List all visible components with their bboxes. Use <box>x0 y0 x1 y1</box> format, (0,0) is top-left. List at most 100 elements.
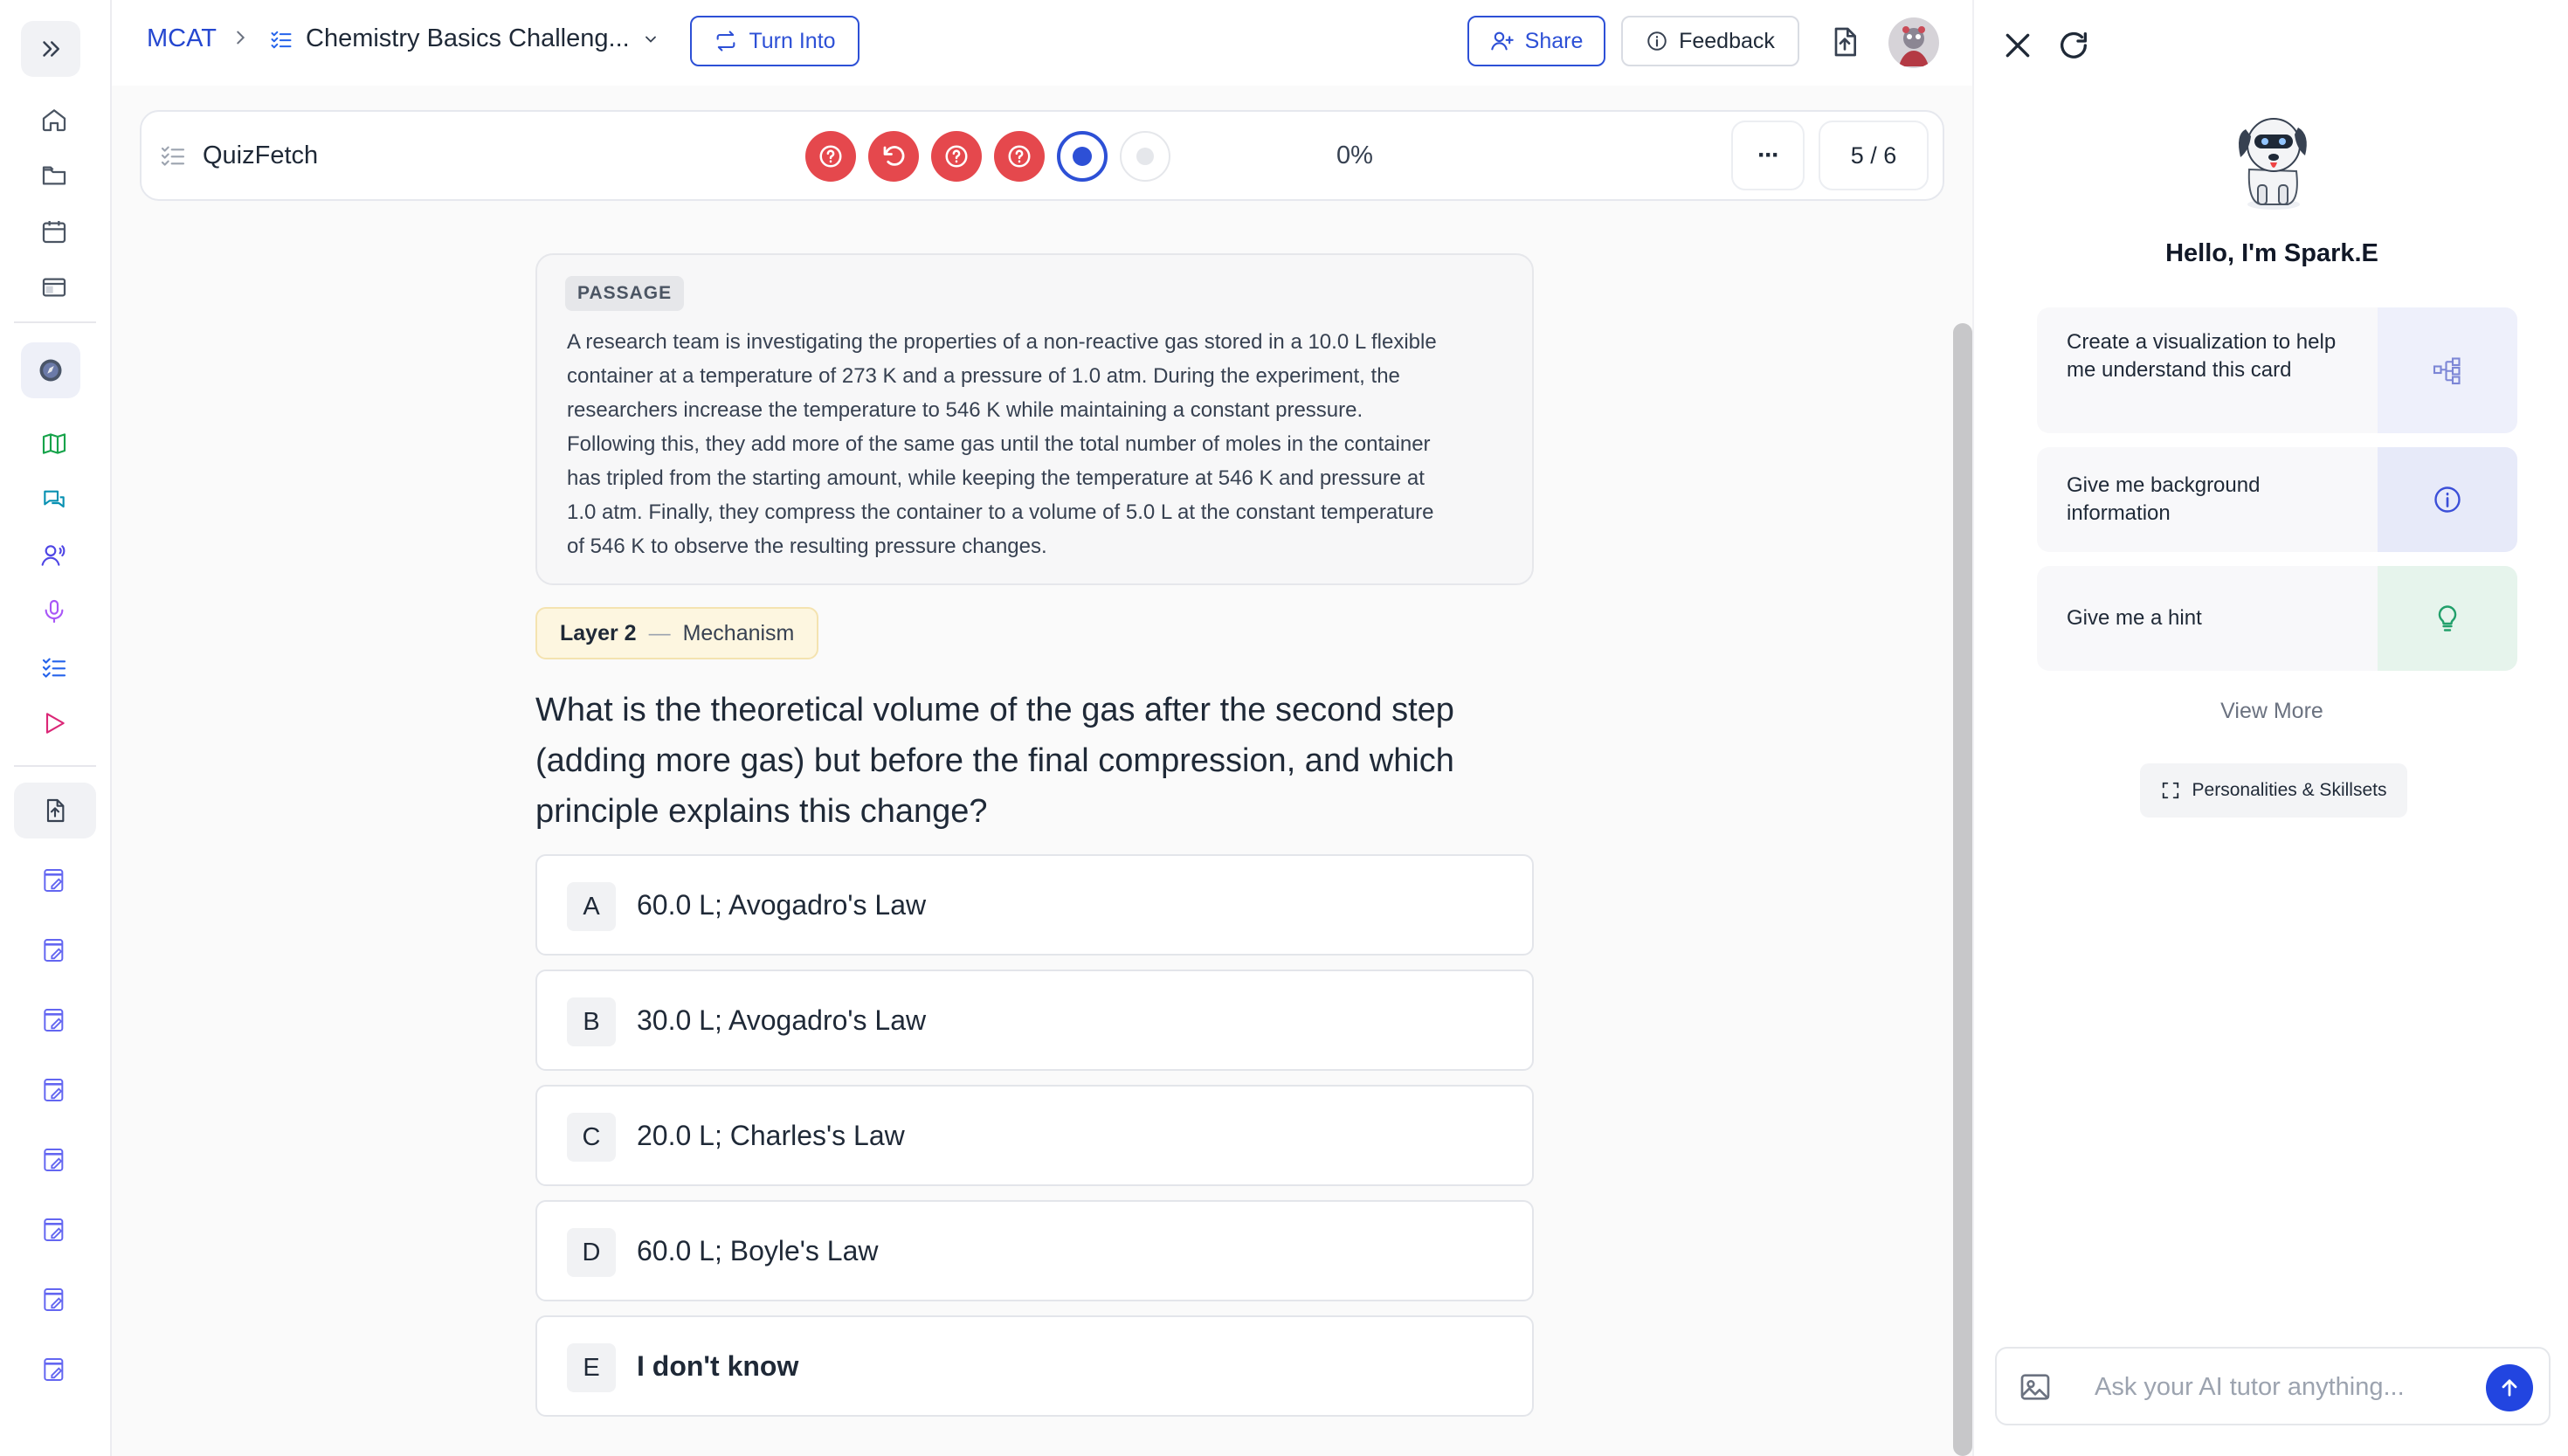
chevron-down-icon <box>645 36 656 43</box>
question-6-indicator[interactable] <box>1120 131 1170 182</box>
repeat-icon <box>717 31 735 52</box>
layer-badge: Layer 2 — Mechanism <box>535 607 819 659</box>
undo-icon <box>883 146 905 166</box>
refresh-icon <box>2061 31 2087 59</box>
browser-icon[interactable] <box>37 270 72 305</box>
layer-label: Layer 2 <box>560 620 637 645</box>
answer-choice-b[interactable]: B 30.0 L; Avogadro's Law <box>535 970 1534 1071</box>
passage-tag: PASSAGE <box>565 276 685 311</box>
choice-letter: D <box>567 1228 616 1277</box>
passage-line: researchers increase the temperature to … <box>567 398 1363 422</box>
suggestion-text: Create a visualization to help me unders… <box>2067 330 2337 382</box>
close-panel-button[interactable] <box>2000 28 2035 63</box>
microphone-icon[interactable] <box>37 594 72 629</box>
question-3-indicator[interactable] <box>931 131 982 182</box>
suggestion-text: Give me a hint <box>2067 606 2202 630</box>
answer-choice-c[interactable]: C 20.0 L; Charles's Law <box>535 1085 1534 1186</box>
play-icon[interactable] <box>37 706 72 741</box>
checklist-icon <box>271 31 292 48</box>
passage-line: Following this, they add more of the sam… <box>567 432 1431 456</box>
layer-kind: Mechanism <box>682 620 795 645</box>
personalities-button[interactable]: Personalities & Skillsets <box>2140 763 2407 818</box>
double-chevron-right-icon <box>43 41 59 57</box>
voice-user-icon[interactable] <box>37 538 72 573</box>
add-user-icon <box>1490 31 1514 51</box>
assistant-greeting: Hello, I'm Spark.E <box>2165 239 2378 267</box>
document-icon[interactable] <box>37 1003 72 1038</box>
rail-divider <box>14 321 96 323</box>
checklist-icon[interactable] <box>37 650 72 685</box>
scrollbar[interactable] <box>1953 323 1972 1456</box>
question-1-indicator[interactable] <box>805 131 856 182</box>
breadcrumb-home-link[interactable]: MCAT <box>147 24 217 53</box>
personalities-label: Personalities & Skillsets <box>2192 780 2387 800</box>
document-icon[interactable] <box>37 933 72 968</box>
answer-choice-e[interactable]: E I don't know <box>535 1315 1534 1417</box>
choice-text: 30.0 L; Avogadro's Law <box>637 1004 927 1036</box>
left-rail <box>0 0 112 1456</box>
file-upload-icon <box>1834 27 1856 57</box>
file-upload-icon <box>46 798 65 823</box>
question-5-indicator[interactable] <box>1057 131 1108 182</box>
choice-letter: E <box>567 1343 616 1392</box>
choice-text: 20.0 L; Charles's Law <box>637 1120 905 1151</box>
document-icon[interactable] <box>37 1352 72 1387</box>
quiz-nav-button[interactable] <box>21 342 80 398</box>
export-button[interactable] <box>1827 24 1862 59</box>
question-4-indicator[interactable] <box>994 131 1045 182</box>
turn-into-button[interactable]: Turn Into <box>690 16 859 66</box>
calendar-icon[interactable] <box>37 214 72 249</box>
choice-letter: A <box>567 882 616 931</box>
feedback-button[interactable]: Feedback <box>1621 16 1799 66</box>
choice-text: 60.0 L; Boyle's Law <box>637 1235 879 1266</box>
chat-input-bar <box>1995 1347 2551 1425</box>
close-icon <box>2005 33 2030 58</box>
current-dot-icon <box>1073 147 1092 166</box>
chat-input[interactable] <box>2093 1368 2477 1406</box>
lightbulb-icon <box>2378 566 2517 671</box>
suggestion-hint[interactable]: Give me a hint <box>2037 566 2517 671</box>
answer-choice-d[interactable]: D 60.0 L; Boyle's Law <box>535 1200 1534 1301</box>
document-icon[interactable] <box>37 1142 72 1177</box>
share-button[interactable]: Share <box>1467 16 1605 66</box>
document-icon[interactable] <box>37 1073 72 1108</box>
passage-card: PASSAGE A research team is investigating… <box>535 253 1534 585</box>
refresh-button[interactable] <box>2056 28 2091 63</box>
choice-text: 60.0 L; Avogadro's Law <box>637 889 927 921</box>
avatar[interactable] <box>1888 17 1939 68</box>
document-icon[interactable] <box>37 1212 72 1247</box>
question-2-indicator[interactable] <box>868 131 919 182</box>
question-counter-label: 5 / 6 <box>1850 141 1897 169</box>
document-icon[interactable] <box>37 1282 72 1317</box>
ai-tutor-panel: Hello, I'm Spark.E Create a visualizatio… <box>1972 0 2568 1456</box>
question-mark-icon <box>945 145 968 168</box>
passage-line: of 546 K to observe the resulting pressu… <box>567 535 1047 558</box>
document-icon[interactable] <box>37 863 72 898</box>
home-icon[interactable] <box>37 102 72 137</box>
view-more-link[interactable]: View More <box>1974 699 2568 724</box>
upload-button[interactable] <box>14 783 96 838</box>
passage-line: container at a temperature of 273 K and … <box>567 364 1400 388</box>
suggestion-visualization[interactable]: Create a visualization to help me unders… <box>2037 307 2517 433</box>
more-icon: ··· <box>1757 141 1780 169</box>
feedback-label: Feedback <box>1679 28 1775 53</box>
rail-divider <box>14 765 96 767</box>
question-counter[interactable]: 5 / 6 <box>1819 121 1929 190</box>
question-mark-icon <box>1008 145 1031 168</box>
progress-percent: 0% <box>1336 141 1373 169</box>
passage-line: has tripled from the starting amount, wh… <box>567 466 1425 490</box>
more-options-button[interactable]: ··· <box>1731 121 1805 190</box>
quiz-title: QuizFetch <box>203 141 319 169</box>
expand-sidebar-button[interactable] <box>21 21 80 77</box>
quiz-header: QuizFetch 0% ··· 5 / 6 <box>140 110 1944 201</box>
suggestion-background[interactable]: Give me background information <box>2037 447 2517 552</box>
chat-bubbles-icon[interactable] <box>37 482 72 517</box>
folder-icon[interactable] <box>37 158 72 193</box>
attach-image-button[interactable] <box>2018 1370 2053 1404</box>
breadcrumb-title-dropdown[interactable]: Chemistry Basics Challeng... <box>269 24 659 53</box>
answer-choice-a[interactable]: A 60.0 L; Avogadro's Law <box>535 854 1534 956</box>
map-icon[interactable] <box>37 426 72 461</box>
passage-line: 1.0 atm. Finally, they compress the cont… <box>567 500 1434 524</box>
question-mark-icon <box>819 145 842 168</box>
send-button[interactable] <box>2486 1364 2533 1411</box>
